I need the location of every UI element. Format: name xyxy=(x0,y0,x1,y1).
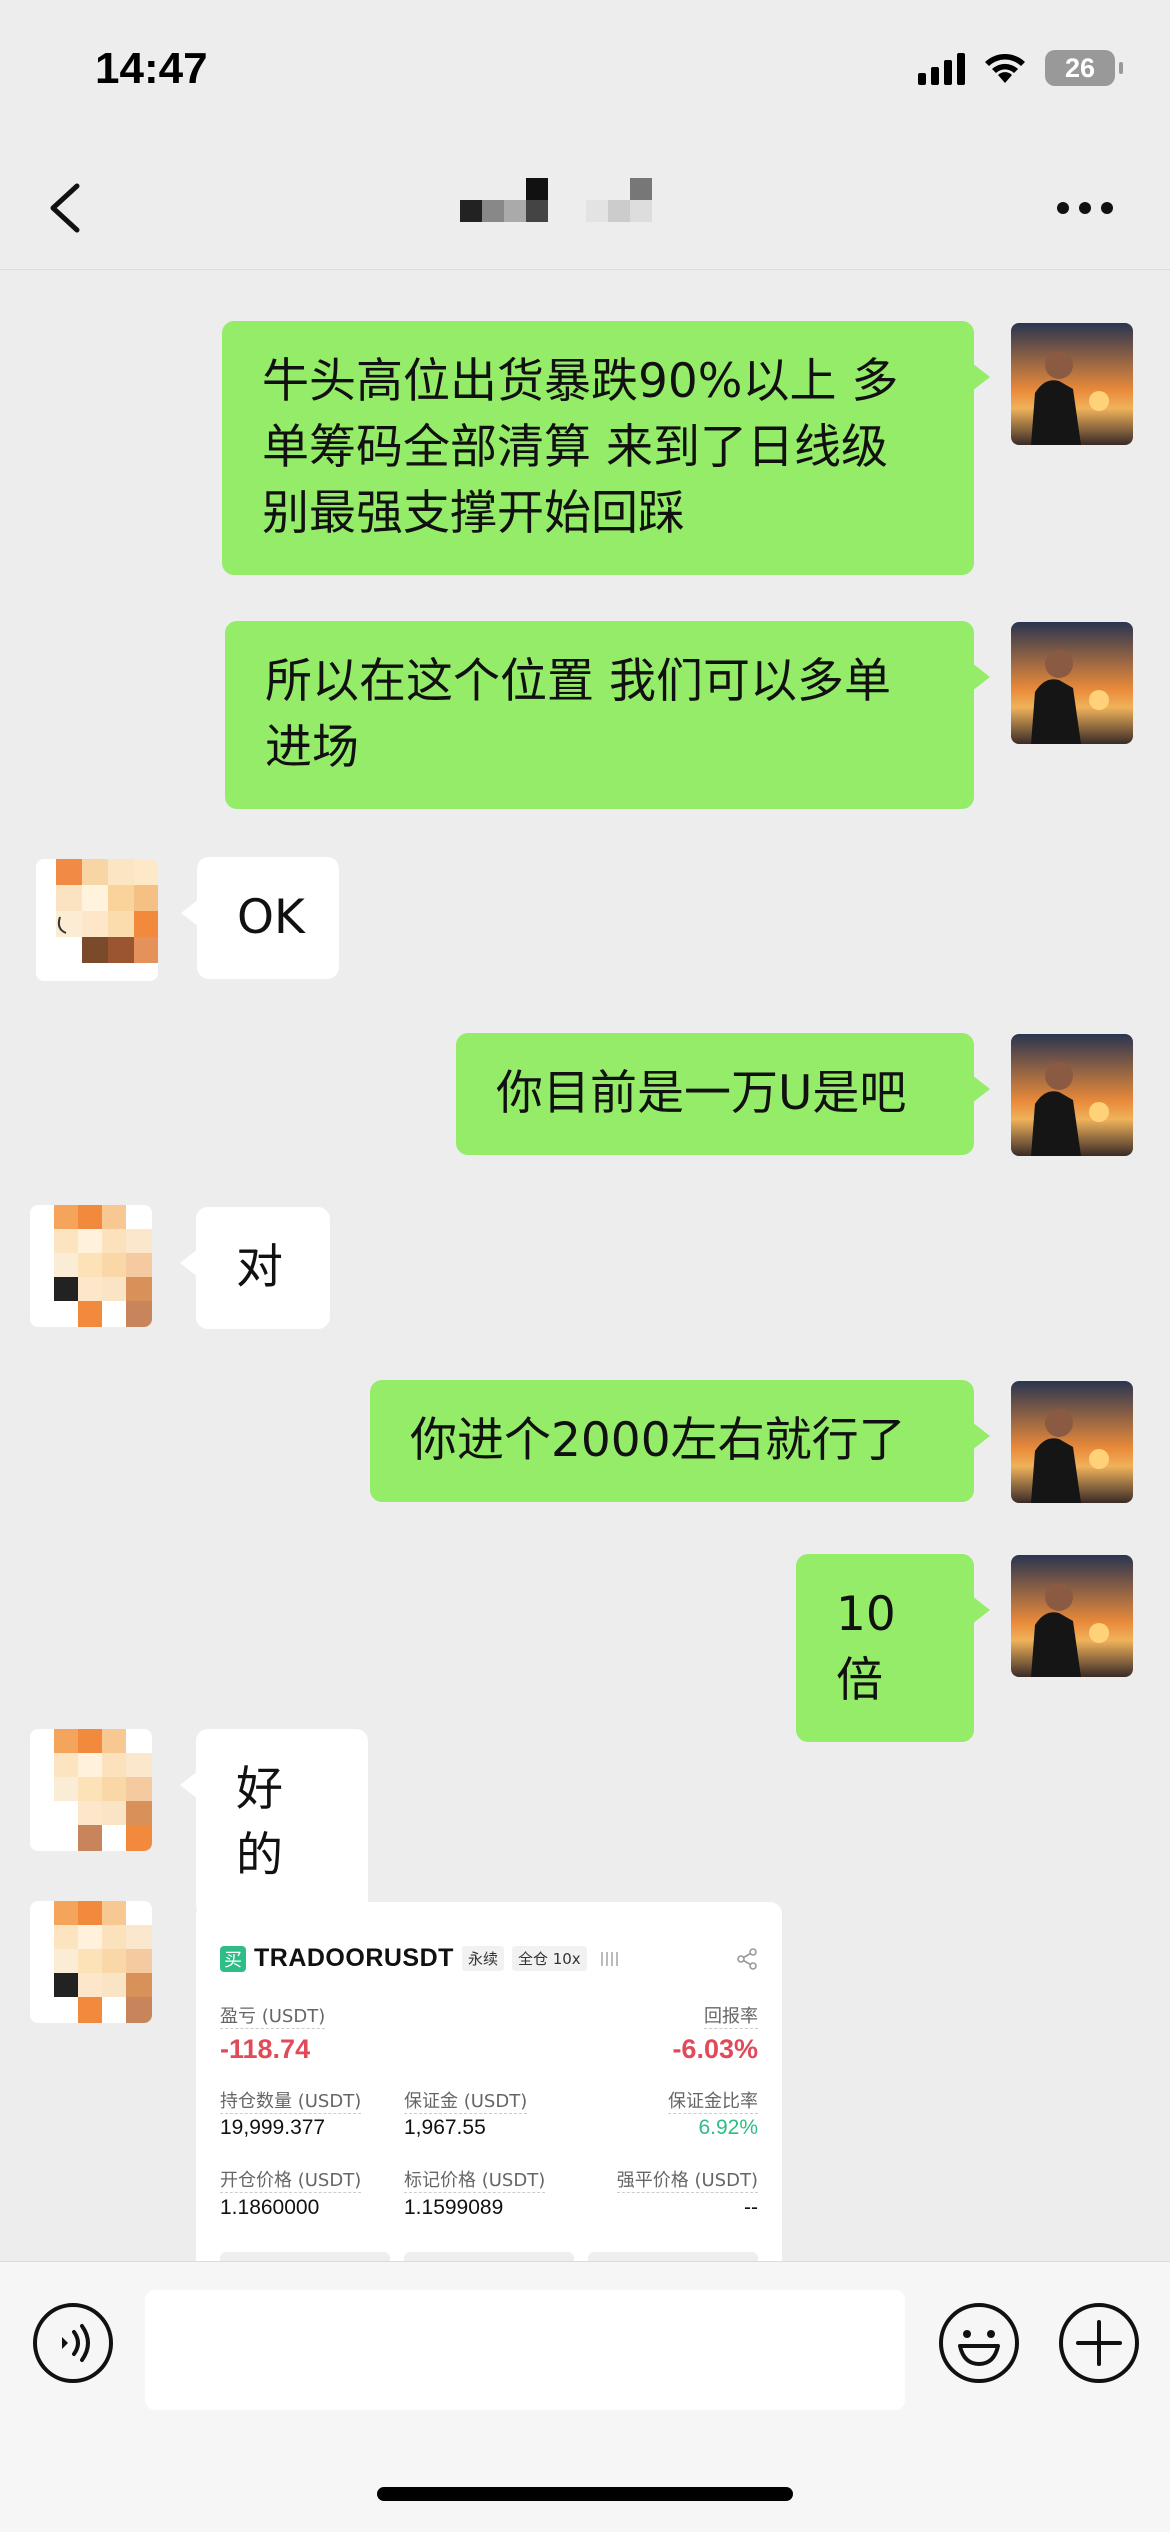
my-avatar[interactable] xyxy=(1011,1555,1133,1677)
message-text: 对 xyxy=(236,1240,283,1295)
buy-tag: 买 xyxy=(220,1945,246,1972)
voice-input-icon[interactable] xyxy=(32,2302,114,2384)
nav-bar xyxy=(0,140,1170,270)
message-bubble-other[interactable]: 对 xyxy=(180,1207,330,1329)
input-bar xyxy=(0,2261,1170,2532)
message-input[interactable] xyxy=(145,2290,905,2410)
contract-type-tag: 永续 xyxy=(461,1946,504,1971)
margin-ratio-label: 保证金比率 xyxy=(668,2087,758,2114)
status-icons: 26 xyxy=(918,50,1123,86)
card-action-button[interactable] xyxy=(588,2252,758,2261)
home-indicator xyxy=(377,2487,793,2501)
message-text: 好的 xyxy=(236,1762,283,1883)
contact-avatar[interactable] xyxy=(30,1729,152,1851)
message-text: 10倍 xyxy=(836,1587,896,1708)
position-size-value: 19,999.377 xyxy=(220,2116,326,2139)
margin-label: 保证金 (USDT) xyxy=(404,2087,528,2114)
my-avatar[interactable] xyxy=(1011,622,1133,744)
roe-value: -6.03% xyxy=(672,2034,758,2064)
share-icon[interactable] xyxy=(736,1948,758,1970)
liquidation-price-label: 强平价格 (USDT) xyxy=(616,2166,758,2193)
more-options-icon[interactable] xyxy=(1055,200,1115,216)
position-size-label: 持仓数量 (USDT) xyxy=(220,2087,362,2114)
card-header: 买 TRADOORUSDT 永续 全仓 10x xyxy=(220,1944,618,1973)
battery-icon: 26 xyxy=(1045,50,1123,86)
message-bubble-me[interactable]: 你进个2000左右就行了 xyxy=(370,1380,990,1502)
status-time: 14:47 xyxy=(95,44,208,93)
message-bubble-me[interactable]: 牛头高位出货暴跌90%以上 多 单筹码全部清算 来到了日线级 别最强支撑开始回踩 xyxy=(222,321,990,575)
message-text: 牛头高位出货暴跌90%以上 多 单筹码全部清算 来到了日线级 别最强支撑开始回踩 xyxy=(262,354,899,541)
status-bar: 14:47 26 xyxy=(0,0,1170,140)
message-bubble-me[interactable]: 所以在这个位置 我们可以多单 进场 xyxy=(225,621,990,809)
cellular-signal-icon xyxy=(918,51,965,85)
trading-pair: TRADOORUSDT xyxy=(254,1944,454,1972)
my-avatar[interactable] xyxy=(1011,1034,1133,1156)
message-bubble-other[interactable]: OK xyxy=(181,857,339,979)
card-action-button[interactable] xyxy=(404,2252,574,2261)
my-avatar[interactable] xyxy=(1011,323,1133,445)
margin-ratio-value: 6.92% xyxy=(698,2116,758,2139)
mark-price-label: 标记价格 (USDT) xyxy=(404,2166,546,2193)
bars-icon xyxy=(600,1951,618,1966)
message-text: 你进个2000左右就行了 xyxy=(410,1413,906,1468)
liquidation-price-value: -- xyxy=(744,2196,758,2219)
contact-avatar[interactable] xyxy=(36,859,158,981)
trade-position-card[interactable]: 买 TRADOORUSDT 永续 全仓 10x 盈亏 (USDT) 回报率 -1… xyxy=(196,1902,782,2261)
entry-price-value: 1.1860000 xyxy=(220,2196,320,2219)
roe-label: 回报率 xyxy=(704,2002,758,2029)
message-text: OK xyxy=(237,890,305,945)
message-bubble-me[interactable]: 你目前是一万U是吧 xyxy=(456,1033,990,1155)
entry-price-label: 开仓价格 (USDT) xyxy=(220,2166,362,2193)
card-action-button[interactable] xyxy=(220,2252,390,2261)
message-text: 你目前是一万U是吧 xyxy=(496,1066,907,1121)
mark-price-value: 1.1599089 xyxy=(404,2196,504,2219)
my-avatar[interactable] xyxy=(1011,1381,1133,1503)
message-bubble-other[interactable]: 好的 xyxy=(180,1729,368,1917)
emoji-icon[interactable] xyxy=(938,2302,1020,2384)
pnl-value: -118.74 xyxy=(220,2034,311,2064)
back-arrow-icon[interactable] xyxy=(45,180,85,236)
contact-avatar[interactable] xyxy=(30,1901,152,2023)
chat-messages[interactable]: 牛头高位出货暴跌90%以上 多 单筹码全部清算 来到了日线级 别最强支撑开始回踩… xyxy=(0,271,1170,2261)
message-bubble-me[interactable]: 10倍 xyxy=(796,1554,990,1742)
margin-value: 1,967.55 xyxy=(404,2116,486,2139)
margin-mode-tag: 全仓 10x xyxy=(511,1946,587,1971)
message-text: 所以在这个位置 我们可以多单 进场 xyxy=(265,654,891,775)
chat-title-redacted xyxy=(460,172,680,242)
plus-icon[interactable] xyxy=(1058,2302,1140,2384)
contact-avatar[interactable] xyxy=(30,1205,152,1327)
pnl-label: 盈亏 (USDT) xyxy=(220,2002,326,2029)
wifi-icon xyxy=(985,54,1025,83)
